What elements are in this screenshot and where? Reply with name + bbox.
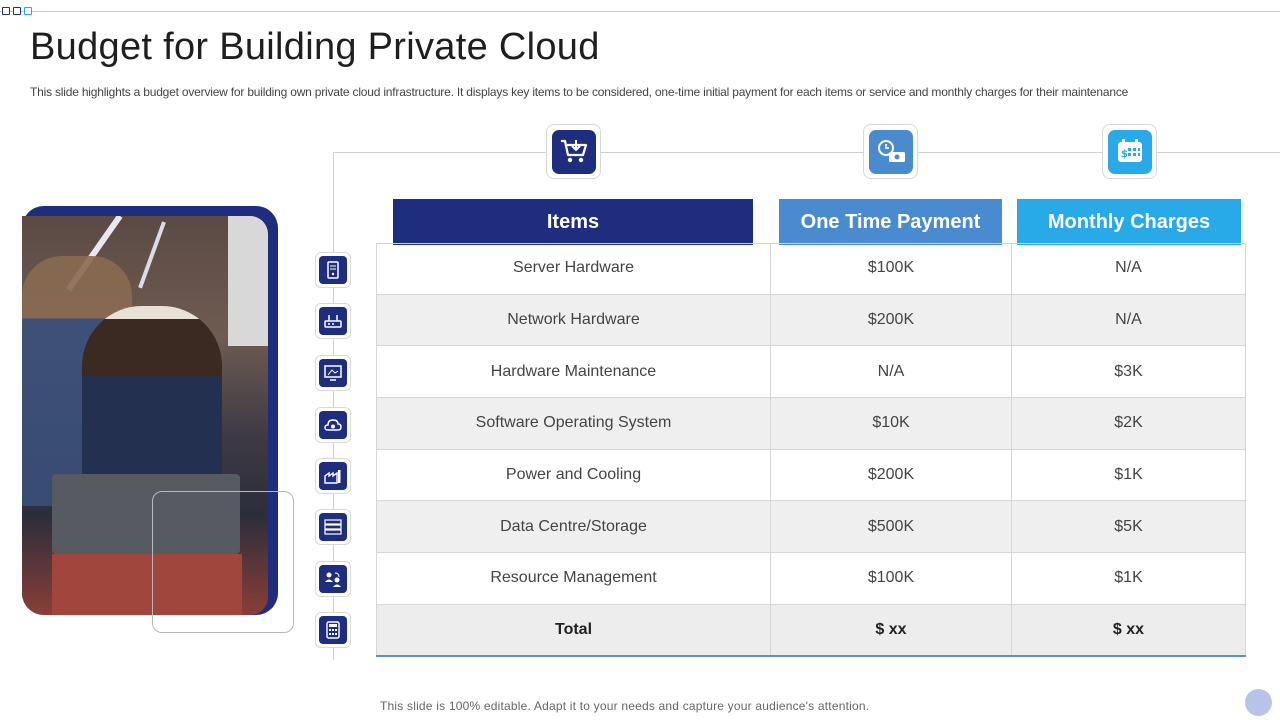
clock-cash-icon bbox=[863, 124, 918, 179]
table-row: Software Operating System $10K $2K bbox=[376, 398, 1246, 450]
cell-one-time: $500K bbox=[770, 501, 1011, 553]
table-row: Hardware Maintenance N/A $3K bbox=[376, 346, 1246, 399]
slide-title: Budget for Building Private Cloud bbox=[30, 26, 600, 68]
cell-one-time: $200K bbox=[770, 449, 1011, 501]
cell-one-time: $10K bbox=[770, 398, 1011, 449]
slide-subtitle: This slide highlights a budget overview … bbox=[30, 85, 1129, 99]
cell-item: Data Centre/Storage bbox=[376, 501, 770, 553]
cell-item: Total bbox=[376, 604, 770, 655]
cloud-gear-icon bbox=[315, 407, 351, 443]
server-icon bbox=[315, 252, 351, 288]
router-icon bbox=[315, 303, 351, 339]
cell-monthly: $5K bbox=[1011, 501, 1246, 553]
total-row: Total $ xx $ xx bbox=[376, 604, 1246, 657]
cell-monthly: $2K bbox=[1011, 398, 1246, 449]
cell-one-time: $100K bbox=[770, 553, 1011, 604]
cell-monthly: N/A bbox=[1011, 294, 1246, 346]
monitor-icon bbox=[315, 355, 351, 391]
header-items: Items bbox=[393, 199, 753, 245]
cell-one-time: $ xx bbox=[770, 604, 1011, 655]
cell-item: Power and Cooling bbox=[376, 449, 770, 501]
cell-item: Software Operating System bbox=[376, 398, 770, 449]
cell-monthly: N/A bbox=[1011, 243, 1246, 294]
cell-monthly: $ xx bbox=[1011, 604, 1246, 655]
table-row: Power and Cooling $200K $1K bbox=[376, 449, 1246, 502]
cell-item: Server Hardware bbox=[376, 243, 770, 294]
cell-monthly: $1K bbox=[1011, 553, 1246, 604]
cell-monthly: $1K bbox=[1011, 449, 1246, 501]
header-monthly-charges: Monthly Charges bbox=[1017, 199, 1241, 245]
footer-note: This slide is 100% editable. Adapt it to… bbox=[380, 699, 870, 713]
decorative-outline bbox=[152, 491, 294, 633]
table-row: Data Centre/Storage $500K $5K bbox=[376, 501, 1246, 554]
budget-table: Server Hardware $100K N/A Network Hardwa… bbox=[376, 243, 1246, 657]
calculator-icon bbox=[315, 612, 351, 648]
people-management-icon bbox=[315, 561, 351, 597]
decorative-dot bbox=[1245, 689, 1272, 716]
window-controls bbox=[2, 7, 32, 15]
control-square bbox=[24, 7, 32, 15]
calendar-money-icon: $ bbox=[1102, 124, 1157, 179]
table-row: Resource Management $100K $1K bbox=[376, 553, 1246, 605]
table-row: Server Hardware $100K N/A bbox=[376, 243, 1246, 295]
top-divider bbox=[0, 11, 1280, 12]
cell-one-time: N/A bbox=[770, 346, 1011, 398]
cell-item: Hardware Maintenance bbox=[376, 346, 770, 398]
control-square bbox=[13, 7, 21, 15]
cell-item: Resource Management bbox=[376, 553, 770, 604]
svg-text:$: $ bbox=[1121, 149, 1128, 160]
storage-icon bbox=[315, 509, 351, 545]
cell-one-time: $100K bbox=[770, 243, 1011, 294]
table-row: Network Hardware $200K N/A bbox=[376, 294, 1246, 347]
header-one-time-payment: One Time Payment bbox=[779, 199, 1002, 245]
shopping-cart-icon bbox=[546, 124, 601, 179]
cell-one-time: $200K bbox=[770, 294, 1011, 346]
cell-item: Network Hardware bbox=[376, 294, 770, 346]
cell-monthly: $3K bbox=[1011, 346, 1246, 398]
power-plant-icon bbox=[315, 458, 351, 494]
control-square bbox=[2, 7, 10, 15]
